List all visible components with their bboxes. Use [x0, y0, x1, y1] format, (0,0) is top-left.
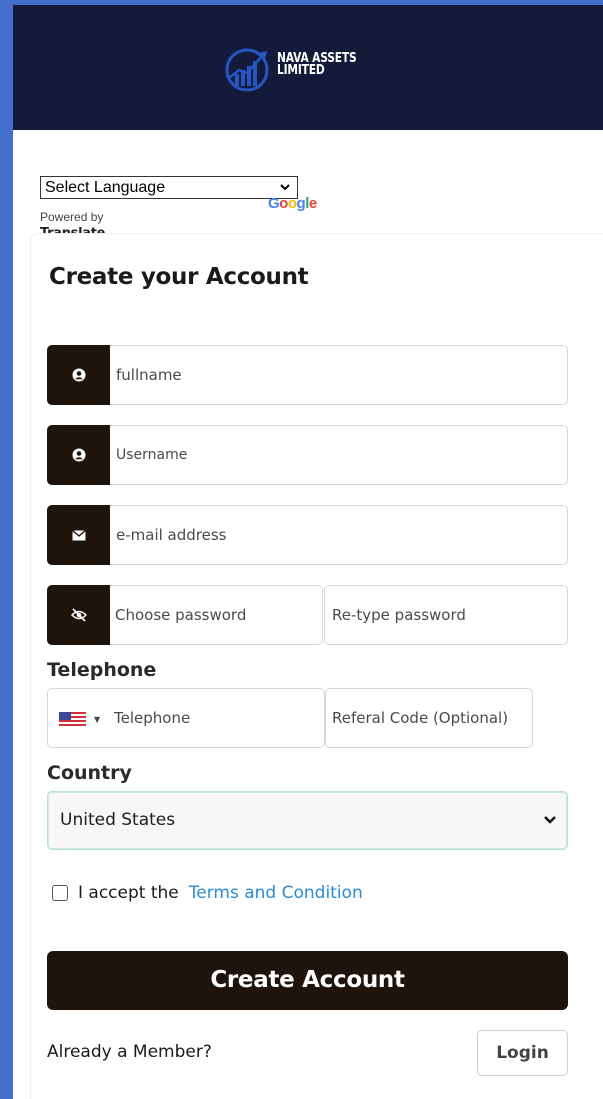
- fullname-input[interactable]: fullname: [116, 346, 182, 404]
- login-button[interactable]: Login: [477, 1030, 568, 1076]
- us-flag-icon[interactable]: [59, 712, 86, 726]
- chevron-down-icon: [544, 816, 556, 824]
- retype-password-input[interactable]: Re-type password: [332, 586, 466, 644]
- user-circle-icon: [47, 425, 110, 485]
- referral-field[interactable]: Referal Code (Optional): [325, 688, 533, 748]
- terms-checkbox[interactable]: [52, 885, 68, 901]
- telephone-label: Telephone: [47, 659, 157, 681]
- telephone-input[interactable]: Telephone: [114, 689, 190, 747]
- google-letter: o: [287, 195, 297, 212]
- google-logo[interactable]: Google: [268, 195, 317, 212]
- brand-logo[interactable]: NAVA ASSETS LIMITED: [223, 40, 403, 100]
- google-letter: e: [308, 195, 317, 212]
- referral-input[interactable]: Referal Code (Optional): [332, 689, 508, 747]
- retype-password-field[interactable]: Re-type password: [324, 585, 568, 645]
- user-circle-icon: [47, 345, 110, 405]
- eye-slash-icon: [47, 585, 110, 645]
- email-input[interactable]: e-mail address: [116, 506, 226, 564]
- google-letter: g: [296, 195, 306, 212]
- country-select-value: United States: [60, 810, 176, 830]
- page-title: Create your Account: [49, 264, 309, 290]
- envelope-icon: [47, 505, 110, 565]
- window-frame-left: [0, 0, 13, 1099]
- terms-link[interactable]: Terms and Condition: [189, 883, 363, 903]
- terms-text: I accept the: [78, 883, 179, 903]
- already-member-text: Already a Member?: [47, 1042, 212, 1062]
- google-letter: o: [279, 195, 288, 212]
- language-select[interactable]: Select Language: [40, 176, 298, 199]
- telephone-field[interactable]: ▼ Telephone: [47, 688, 325, 748]
- password-field[interactable]: Choose password: [47, 585, 323, 645]
- caret-down-icon[interactable]: ▼: [94, 715, 100, 724]
- logo-mark-icon: [225, 48, 269, 92]
- email-field[interactable]: e-mail address: [47, 505, 568, 565]
- language-select-value: Select Language: [45, 179, 166, 196]
- fullname-field[interactable]: fullname: [47, 345, 568, 405]
- create-account-button[interactable]: Create Account: [47, 951, 568, 1010]
- terms-row: I accept the Terms and Condition: [52, 882, 363, 904]
- brand-name: NAVA ASSETS LIMITED: [277, 52, 357, 78]
- site-header: NAVA ASSETS LIMITED: [13, 5, 603, 130]
- chevron-down-icon: [280, 184, 290, 191]
- username-input[interactable]: Username: [116, 426, 187, 484]
- username-field[interactable]: Username: [47, 425, 568, 485]
- brand-line-2: LIMITED: [277, 63, 325, 78]
- country-label: Country: [47, 762, 132, 784]
- country-select[interactable]: United States: [47, 791, 568, 850]
- powered-by-text: Powered by: [40, 210, 104, 224]
- google-letter: G: [268, 195, 280, 212]
- password-input[interactable]: Choose password: [115, 586, 246, 644]
